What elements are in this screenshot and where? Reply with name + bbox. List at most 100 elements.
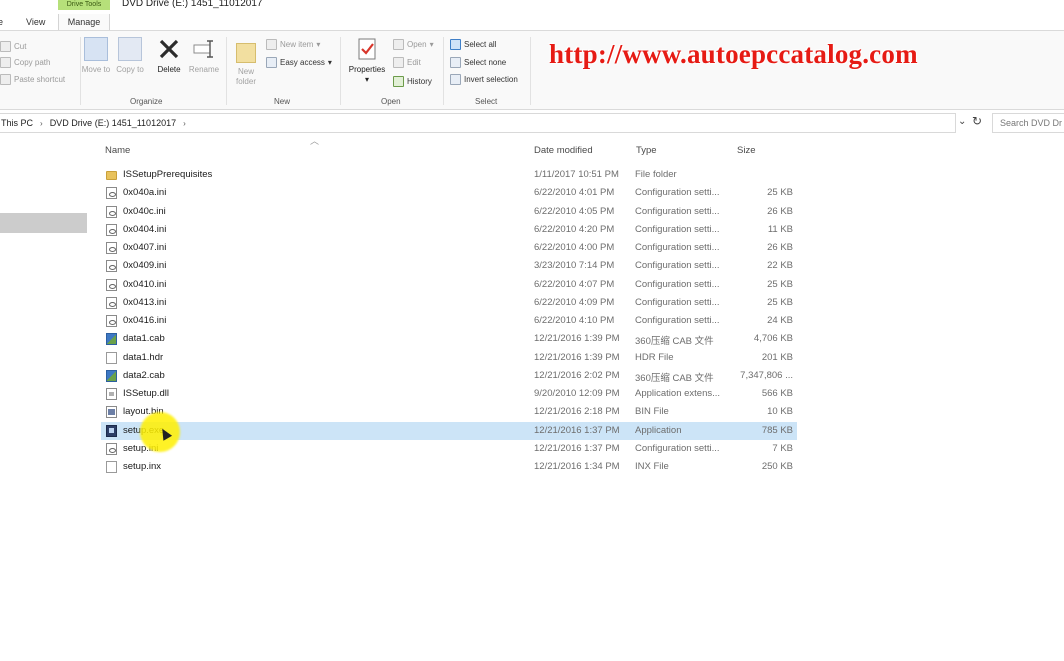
- config-file-icon: [106, 260, 117, 273]
- ribbon-separator: [340, 37, 341, 105]
- new-folder-button[interactable]: New folder: [227, 43, 265, 87]
- chevron-down-icon: ▾: [327, 57, 332, 67]
- file-size: 566 KB: [761, 388, 793, 399]
- select-all-icon: [450, 38, 461, 50]
- chevron-down-icon: ▾: [429, 39, 434, 49]
- file-name: ISSetup.dll: [123, 388, 169, 399]
- select-none-button[interactable]: Select none: [450, 55, 506, 69]
- open-button[interactable]: Open ▾: [393, 37, 434, 51]
- tab-view[interactable]: View: [20, 14, 51, 30]
- search-input[interactable]: Search DVD Dr: [992, 113, 1064, 133]
- file-type: Configuration setti...: [635, 442, 720, 454]
- file-row[interactable]: setup.inx 12/21/2016 1:34 PM INX File 250 K…: [101, 458, 797, 476]
- new-item-button[interactable]: New item ▾: [266, 37, 320, 51]
- ribbon-separator: [443, 37, 444, 105]
- rename-button[interactable]: Rename: [185, 37, 223, 75]
- file-date-modified: 1/11/2017 10:51 PM: [534, 169, 619, 180]
- file-row[interactable]: 0x040a.ini 6/22/2010 4:01 PM Configuration…: [101, 184, 797, 202]
- file-date-modified: 6/22/2010 4:01 PM: [534, 187, 615, 199]
- properties-check-icon: [358, 38, 376, 60]
- history-button[interactable]: History: [393, 74, 432, 88]
- file-date-modified: 6/22/2010 4:05 PM: [534, 205, 615, 217]
- file-row[interactable]: setup.ini 12/21/2016 1:37 PM Configuration…: [101, 440, 797, 458]
- column-header-name[interactable]: Name: [105, 145, 130, 156]
- invert-selection-label: Invert selection: [464, 74, 518, 84]
- history-label: History: [407, 76, 432, 86]
- file-row[interactable]: data1.hdr 12/21/2016 1:39 PM HDR File 201 K…: [101, 349, 797, 367]
- tab-home[interactable]: e: [0, 14, 9, 30]
- file-row[interactable]: 0x0407.ini 6/22/2010 4:00 PM Configuration…: [101, 239, 797, 257]
- file-row[interactable]: 0x0409.ini 3/23/2010 7:14 PM Configuration…: [101, 257, 797, 275]
- file-row[interactable]: 0x0416.ini 6/22/2010 4:10 PM Configuration…: [101, 312, 797, 330]
- file-size: 25 KB: [767, 296, 793, 308]
- copy-to-button[interactable]: Copy to: [111, 37, 149, 75]
- bin-file-icon: [106, 406, 117, 419]
- copy-path-icon: [0, 56, 11, 68]
- select-all-button[interactable]: Select all: [450, 37, 496, 51]
- column-header-type[interactable]: Type: [636, 145, 657, 156]
- config-file-icon: [106, 187, 117, 200]
- invert-selection-button[interactable]: Invert selection: [450, 72, 518, 86]
- file-date-modified: 12/21/2016 1:37 PM: [534, 442, 620, 454]
- copy-path-button[interactable]: Copy path: [0, 55, 50, 69]
- paste-shortcut-button[interactable]: Paste shortcut: [0, 72, 65, 86]
- file-row[interactable]: layout.bin 12/21/2016 2:18 PM BIN File 10 K…: [101, 403, 797, 421]
- file-date-modified: 12/21/2016 1:39 PM: [534, 333, 620, 345]
- chevron-down-icon: ▾: [316, 39, 321, 49]
- title-bar: Drive Tools DVD Drive (E:) 1451_11012017…: [0, 0, 1064, 30]
- column-header-date-modified[interactable]: Date modified: [534, 145, 593, 156]
- tab-manage[interactable]: Manage: [58, 14, 110, 30]
- paste-shortcut-label: Paste shortcut: [14, 74, 66, 84]
- chevron-down-icon[interactable]: ⌄: [958, 116, 966, 127]
- cut-button[interactable]: Cut: [0, 39, 26, 53]
- select-none-icon: [450, 56, 461, 68]
- delete-label: Delete: [157, 65, 181, 74]
- edit-button[interactable]: Edit: [393, 55, 421, 69]
- file-size: 201 KB: [761, 351, 793, 363]
- properties-button[interactable]: Properties ▾: [345, 37, 389, 85]
- ribbon-separator: [530, 37, 531, 105]
- delete-button[interactable]: Delete: [150, 37, 188, 75]
- move-to-icon: [84, 37, 108, 61]
- file-size: 7 KB: [772, 442, 793, 454]
- file-name: data1.cab: [123, 333, 165, 345]
- file-row[interactable]: data2.cab 12/21/2016 2:02 PM 360压缩 CAB 文件 7…: [101, 367, 797, 385]
- ribbon: Cut Copy path Paste shortcut Move to Cop…: [0, 30, 1064, 110]
- nav-pane-selected-item[interactable]: [0, 213, 87, 233]
- select-group-label: Select: [475, 97, 498, 106]
- open-icon: [393, 38, 404, 50]
- easy-access-button[interactable]: Easy access ▾: [266, 55, 332, 69]
- file-row[interactable]: 0x0413.ini 6/22/2010 4:09 PM Configuration…: [101, 294, 797, 312]
- file-type: File folder: [635, 169, 677, 180]
- move-to-button[interactable]: Move to: [77, 37, 115, 75]
- file-row[interactable]: ISSetupPrerequisites 1/11/2017 10:51 PM Fi…: [101, 166, 797, 184]
- copy-path-label: Copy path: [14, 57, 51, 67]
- file-row[interactable]: setup.exe12/21/2016 1:37 PMApplication78…: [101, 421, 797, 440]
- file-row[interactable]: 0x040c.ini 6/22/2010 4:05 PM Configuration…: [101, 203, 797, 221]
- chevron-right-icon[interactable]: ›: [183, 119, 186, 128]
- file-name: data2.cab: [123, 369, 165, 381]
- file-row[interactable]: ISSetup.dll 9/20/2010 12:09 PM Application…: [101, 385, 797, 403]
- file-type: Configuration setti...: [635, 205, 720, 217]
- cab-archive-icon: [106, 333, 117, 346]
- breadcrumb-current-drive[interactable]: DVD Drive (E:) 1451_11012017: [50, 118, 176, 128]
- breadcrumb-this-pc[interactable]: This PC: [1, 118, 33, 128]
- refresh-icon[interactable]: ↻: [972, 114, 982, 128]
- file-type: INX File: [635, 461, 669, 472]
- file-size: 25 KB: [767, 187, 793, 199]
- config-file-icon: [106, 278, 117, 291]
- file-date-modified: 6/22/2010 4:09 PM: [534, 296, 615, 308]
- copy-to-icon: [118, 37, 142, 61]
- cut-label: Cut: [14, 41, 27, 51]
- file-row[interactable]: 0x0410.ini 6/22/2010 4:07 PM Configuration…: [101, 276, 797, 294]
- file-date-modified: 12/21/2016 1:39 PM: [534, 351, 620, 363]
- column-header-size[interactable]: Size: [737, 145, 755, 156]
- file-row[interactable]: data1.cab 12/21/2016 1:39 PM 360压缩 CAB 文件 4…: [101, 330, 797, 348]
- open-label: Open: [407, 39, 427, 49]
- address-box[interactable]: This PC › DVD Drive (E:) 1451_11012017 ›: [0, 113, 956, 133]
- file-size: 26 KB: [767, 242, 793, 253]
- file-size: 22 KB: [767, 260, 793, 272]
- file-row[interactable]: 0x0404.ini 6/22/2010 4:20 PM Configuration…: [101, 221, 797, 239]
- dll-file-icon: [106, 388, 117, 400]
- scissors-icon: [0, 40, 11, 52]
